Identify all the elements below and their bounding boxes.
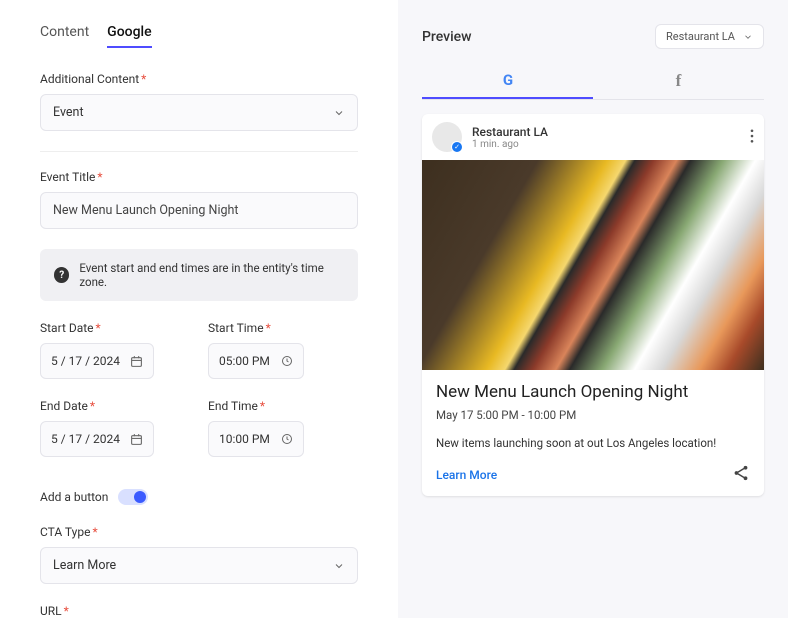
start-time-label: Start Time* [208,321,358,335]
card-author-name: Restaurant LA [472,125,548,139]
chevron-down-icon [333,560,345,572]
clock-icon [281,433,293,445]
top-tabs: Content Google [40,24,358,48]
end-time-label: End Time* [208,399,358,413]
preview-tab-facebook[interactable]: f [593,63,764,99]
chevron-down-icon [333,107,345,119]
card-title: New Menu Launch Opening Night [436,382,750,402]
end-date-input[interactable]: 5 / 17 / 2024 [40,421,154,457]
preview-heading: Preview [422,29,472,45]
end-time-input[interactable]: 10:00 PM [208,421,304,457]
calendar-icon [130,355,143,368]
card-description: New items launching soon at out Los Ange… [436,436,750,450]
start-date-input[interactable]: 5 / 17 / 2024 [40,343,154,379]
event-title-input[interactable]: New Menu Launch Opening Night [40,192,358,229]
card-menu-button[interactable] [750,128,754,147]
card-timestamp: 1 min. ago [472,139,548,150]
start-date-label: Start Date* [40,321,190,335]
question-icon: ? [54,267,69,283]
start-time-input[interactable]: 05:00 PM [208,343,304,379]
add-button-toggle[interactable] [118,489,148,505]
facebook-logo-icon: f [676,71,682,91]
add-button-label: Add a button [40,490,108,504]
share-icon[interactable] [732,464,750,486]
avatar: ✓ [432,122,462,152]
event-title-label: Event Title* [40,170,358,184]
account-select[interactable]: Restaurant LA [655,24,764,49]
end-date-label: End Date* [40,399,190,413]
cta-type-select[interactable]: Learn More [40,547,358,584]
preview-tab-google[interactable]: G [422,63,593,99]
calendar-icon [130,433,143,446]
form-panel: Content Google Additional Content* Event… [0,0,398,618]
tab-content[interactable]: Content [40,24,89,48]
clock-icon [281,355,293,367]
preview-card: ✓ Restaurant LA 1 min. ago New Menu Laun… [422,114,764,496]
url-label: URL* [40,604,358,618]
preview-platform-tabs: G f [422,63,764,100]
additional-content-label: Additional Content* [40,72,358,86]
tab-google[interactable]: Google [107,24,151,48]
preview-panel: Preview Restaurant LA G f ✓ Restaurant L… [398,0,788,618]
card-cta-link[interactable]: Learn More [436,468,497,482]
additional-content-select[interactable]: Event [40,94,358,131]
card-hero-image [422,160,764,370]
timezone-info-banner: ? Event start and end times are in the e… [40,249,358,301]
chevron-down-icon [743,32,753,42]
google-logo-icon: G [503,71,512,89]
info-banner-text: Event start and end times are in the ent… [79,261,344,289]
card-datetime: May 17 5:00 PM - 10:00 PM [436,408,750,422]
cta-type-label: CTA Type* [40,525,358,539]
section-divider [40,151,358,152]
verified-badge-icon: ✓ [451,141,463,153]
